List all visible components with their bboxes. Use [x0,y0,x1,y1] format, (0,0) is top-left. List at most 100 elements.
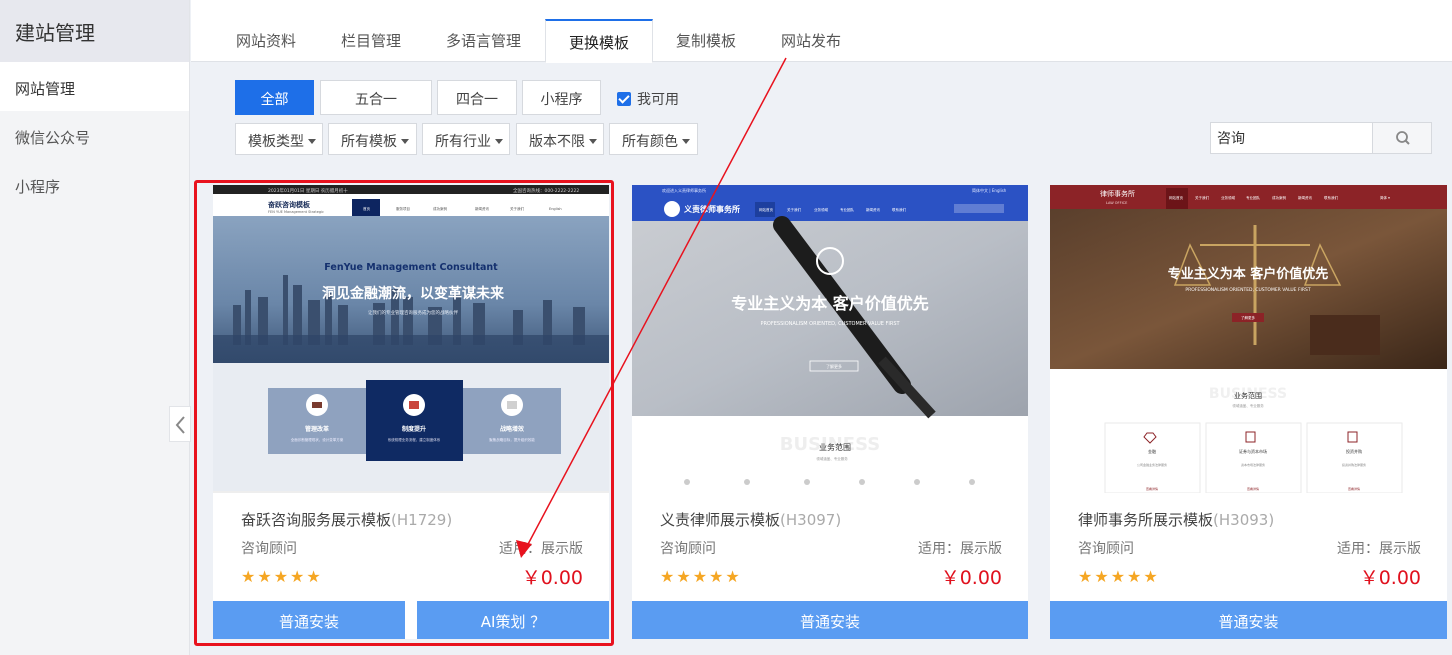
template-category: 咨询顾问 [1078,541,1134,557]
thumb-nav-item: 业务领域 [814,207,828,212]
thumb-topbar: 欢迎进入义责律师事务所 [662,187,706,193]
dropdown-label: 模板类型 [248,134,304,150]
thumb-box-title: 金融 [1148,448,1156,454]
thumb-nav-item: 成功案例 [433,206,447,211]
thumb-nav-item: 专业团队 [1246,195,1261,200]
template-preview-image: 律师事务所 LAW OFFICE 网站首页 关于我们 业务领域 专业团队 成功案… [1050,185,1447,493]
search-button[interactable] [1372,122,1432,154]
tab-publish[interactable]: 网站发布 [766,19,856,63]
thumb-topbar-date: 2023年01月01日 星期日 农历腊月初十 [268,187,348,194]
thumb-box-text: 投资并购法律服务 [1342,462,1366,467]
sidebar-item-miniprogram[interactable]: 小程序 [0,160,189,209]
dropdown-label: 所有模板 [341,134,397,150]
prev-page-button[interactable] [169,406,191,442]
template-fit: 适用：展示版 [1337,541,1421,557]
thumb-nav-item: 服务项目 [396,206,410,211]
install-button[interactable]: 普通安装 [1050,601,1447,639]
thumb-section-sub: 领域涵盖、专业服务 [816,456,848,461]
industry-dropdown[interactable]: 所有行业 [422,123,510,155]
thumb-nav-item: 成功案例 [1272,195,1287,200]
template-type-dropdown[interactable]: 模板类型 [235,123,323,155]
template-code: (H3097) [780,511,842,529]
thumb-nav-item: 新闻资讯 [866,207,880,212]
thumb-nav-item: 关于我们 [787,207,801,212]
thumb-heading: 专业主义为本 客户价值优先 [731,294,929,313]
template-code: (H3093) [1213,511,1275,529]
thumb-nav-item: 联系我们 [1324,195,1339,200]
color-dropdown[interactable]: 所有颜色 [609,123,698,155]
sidebar: 建站管理 网站管理 微信公众号 小程序 [0,0,190,655]
sidebar-item-website[interactable]: 网站管理 [0,62,189,111]
tab-bar: 网站资料 栏目管理 多语言管理 更换模板 复制模板 网站发布 [191,0,1452,63]
filter-four-in-one-button[interactable]: 四合一 [437,80,517,115]
template-card[interactable]: 欢迎进入义责律师事务所 简体中文 | English 义责律师事务所 网站首页 … [632,185,1028,639]
thumb-heading: 专业主义为本 客户价值优先 [1168,266,1329,282]
available-label: 我可用 [637,92,679,108]
filter-miniprogram-button[interactable]: 小程序 [522,80,601,115]
thumb-nav-item: 业务领域 [1221,195,1236,200]
thumb-heading-en: PROFESSIONALISM ORIENTED, CUSTOMER VALUE… [760,321,900,327]
thumb-nav-item: 专业团队 [840,207,854,212]
sidebar-item-wechat[interactable]: 微信公众号 [0,111,189,160]
thumb-heading-en: PROFESSIONALISM ORIENTED, CUSTOMER VALUE… [1185,287,1310,293]
thumb-logo-en: LAW OFFICE [1106,201,1127,205]
caret-down-icon [495,139,503,144]
thumb-nav-item: 联系我们 [892,207,906,212]
thumb-nav-item: 网站首页 [759,207,773,212]
filter-five-in-one-button[interactable]: 五合一 [320,80,432,115]
thumb-logo: 义责律师事务所 [683,204,740,214]
thumb-box-title: 战略增效 [500,425,524,433]
template-fit: 适用：展示版 [918,541,1002,557]
version-dropdown[interactable]: 版本不限 [516,123,604,155]
thumb-box-text: 系统梳理业务流程，建立制度体系 [388,437,441,442]
install-button[interactable]: 普通安装 [213,601,405,639]
dropdown-label: 版本不限 [529,134,585,150]
checkbox-checked-icon[interactable] [617,92,631,106]
template-title: 律师事务所展示模板 [1078,511,1214,529]
tab-change-template[interactable]: 更换模板 [545,19,653,63]
thumb-logo-en: FEN YUE Management Strategic [268,210,324,214]
rating-stars-icon: ★★★★★ [660,567,742,586]
caret-down-icon [308,139,316,144]
thumb-box-title: 投资并购 [1346,448,1362,454]
template-preview[interactable]: 律师事务所 LAW OFFICE 网站首页 关于我们 业务领域 专业团队 成功案… [1050,185,1447,493]
tab-site-info[interactable]: 网站资料 [221,19,311,63]
all-templates-dropdown[interactable]: 所有模板 [328,123,417,155]
thumb-lang: 简体 ▾ [1380,195,1390,200]
thumb-box-title: 证券与资本市场 [1239,448,1267,454]
thumb-box-link: 查看详情 [1348,486,1360,491]
dropdown-label: 所有颜色 [622,134,678,150]
chevron-left-icon [175,416,185,434]
search-input[interactable] [1210,122,1373,154]
thumb-section-sub: 领域涵盖、专业服务 [1232,403,1264,408]
tab-copy-template[interactable]: 复制模板 [661,19,751,63]
template-card[interactable]: 2023年01月01日 星期日 农历腊月初十 全国咨询热线：000-2222-2… [213,185,609,639]
thumb-nav-item: 新闻资讯 [1298,195,1313,200]
template-card[interactable]: 律师事务所 LAW OFFICE 网站首页 关于我们 业务领域 专业团队 成功案… [1050,185,1447,639]
caret-down-icon [589,139,597,144]
install-button[interactable]: 普通安装 [632,601,1028,639]
thumb-nav-item: 首页 [363,206,371,211]
thumb-box-title: 制度提升 [402,425,426,433]
available-checkbox[interactable]: 我可用 [617,89,679,109]
thumb-topbar-phone: 全国咨询热线：000-2222-2222 [513,187,579,194]
ai-plan-button[interactable]: AI策划 ？ [417,601,609,639]
thumb-heading: 洞见金融潮流，以变革谋未来 [322,285,505,302]
template-preview[interactable]: 欢迎进入义责律师事务所 简体中文 | English 义责律师事务所 网站首页 … [632,185,1028,493]
tab-languages[interactable]: 多语言管理 [431,19,536,63]
thumb-box-text: 公司金融业务法律服务 [1137,462,1167,467]
filter-all-button[interactable]: 全部 [235,80,314,115]
thumb-box-title: 管理改革 [305,425,329,433]
thumb-nav-item: 关于我们 [1195,195,1210,200]
template-code: (H1729) [391,511,453,529]
tab-columns[interactable]: 栏目管理 [326,19,416,63]
thumb-nav-item: 新闻资讯 [475,206,489,211]
thumb-section-title: 业务范围 [1234,391,1262,400]
template-preview-image: 欢迎进入义责律师事务所 简体中文 | English 义责律师事务所 网站首页 … [632,185,1028,493]
search-icon [1396,131,1410,145]
caret-down-icon [401,139,409,144]
thumb-box-text: 全面诊断管理现状，设计变革方案 [291,437,344,442]
template-preview-image: 2023年01月01日 星期日 农历腊月初十 全国咨询热线：000-2222-2… [213,185,609,493]
template-name: 义责律师展示模板(H3097) [660,509,841,530]
template-preview[interactable]: 2023年01月01日 星期日 农历腊月初十 全国咨询热线：000-2222-2… [213,185,609,493]
